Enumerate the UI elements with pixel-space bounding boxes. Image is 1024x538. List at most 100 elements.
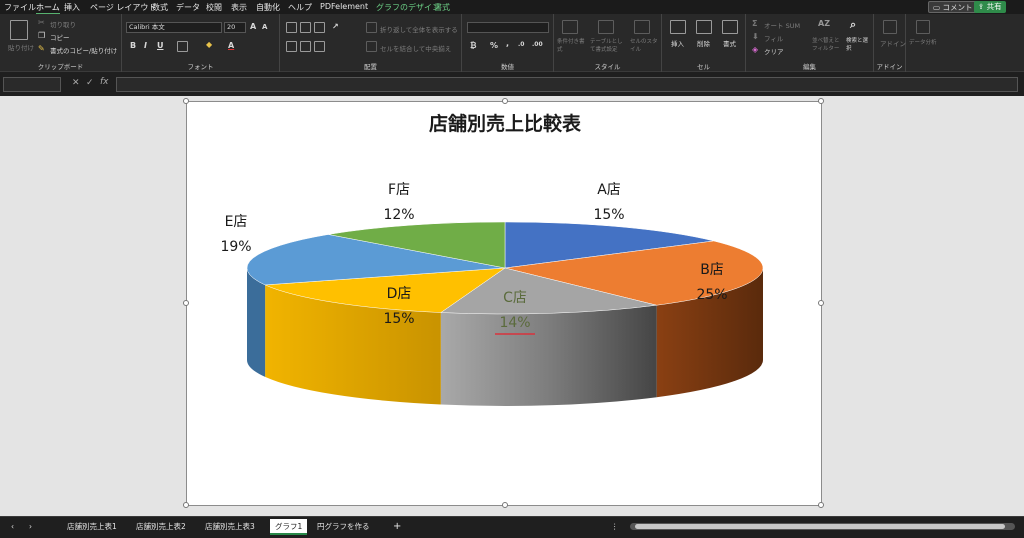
clear-button[interactable]: クリア: [764, 46, 784, 56]
data-label-value-0[interactable]: 15%: [593, 207, 624, 223]
increase-decimal-icon[interactable]: .0: [518, 41, 524, 48]
enter-button[interactable]: ✓: [86, 78, 94, 88]
data-label-value-4[interactable]: 19%: [220, 239, 251, 255]
fill-button[interactable]: フィル: [764, 33, 783, 43]
shrink-font-button[interactable]: A: [262, 23, 267, 31]
font-color-button[interactable]: A: [228, 41, 234, 50]
border-icon[interactable]: [177, 41, 188, 52]
sheet-tab-3[interactable]: 店舗別売上表3: [200, 519, 260, 535]
paste-icon[interactable]: [10, 20, 28, 40]
chart-object[interactable]: 店舗別売上比較表 A店 15% B店 25% C店 14% D店 15% E店 19% F店 12%: [183, 98, 824, 508]
menu-data[interactable]: データ: [176, 2, 200, 13]
align-right-icon[interactable]: [314, 41, 325, 52]
format-cells-button[interactable]: 書式: [723, 38, 736, 48]
cancel-button[interactable]: ✕: [72, 78, 80, 88]
menu-help[interactable]: ヘルプ: [288, 2, 312, 13]
more-options-icon[interactable]: ⋮: [606, 519, 624, 535]
currency-icon[interactable]: ₿: [470, 41, 477, 50]
data-label-name-2[interactable]: C店: [503, 290, 527, 306]
analyze-data-button[interactable]: データ分析: [909, 38, 937, 46]
sheet-area[interactable]: 店舗別売上比較表 A店 15% B店 25% C店 14% D店 15% E店 19% F店 12%: [0, 96, 1024, 516]
wrap-text-button[interactable]: 折り返して全体を表示する: [380, 24, 458, 34]
align-top-icon[interactable]: [286, 22, 297, 33]
add-sheet-button[interactable]: +: [388, 519, 406, 535]
grow-font-button[interactable]: A: [250, 22, 256, 31]
comma-button[interactable]: ,: [506, 39, 509, 48]
sheet-tab-pie[interactable]: 円グラフを作る: [312, 519, 375, 535]
sort-filter-button[interactable]: 並べ替えとフィルター: [812, 36, 840, 52]
data-label-name-1[interactable]: B店: [700, 262, 724, 278]
sheet-tab-1[interactable]: 店舗別売上表1: [62, 519, 122, 535]
chart-title[interactable]: 店舗別売上比較表: [429, 112, 582, 135]
fill-color-icon[interactable]: ◆: [206, 40, 212, 49]
menu-file[interactable]: ファイル: [4, 2, 36, 13]
number-format-select[interactable]: [467, 22, 549, 33]
conditional-format-button[interactable]: 条件付き書式: [557, 37, 585, 53]
resize-handle-b[interactable]: [502, 502, 508, 508]
name-box[interactable]: [3, 77, 61, 92]
cell-styles-button[interactable]: セルのスタイル: [630, 37, 658, 53]
menu-view[interactable]: 表示: [231, 2, 247, 13]
menu-automate[interactable]: 自動化: [256, 2, 280, 13]
resize-handle-l[interactable]: [183, 300, 189, 306]
percent-button[interactable]: %: [490, 41, 498, 50]
font-name-select[interactable]: Calibri 本文: [126, 22, 222, 33]
autosum-button[interactable]: オート SUM: [764, 20, 800, 30]
format-painter-button[interactable]: 書式のコピー/貼り付け: [50, 45, 117, 55]
format-as-table-button[interactable]: テーブルとして書式設定: [590, 37, 624, 53]
pie-chart[interactable]: 店舗別売上比較表 A店 15% B店 25% C店 14% D店 15% E店 19% F店 12%: [187, 102, 823, 507]
align-center-icon[interactable]: [300, 41, 311, 52]
data-label-name-0[interactable]: A店: [597, 182, 621, 198]
underline-button[interactable]: U: [157, 41, 164, 50]
share-button[interactable]: ⇪ 共有: [974, 1, 1006, 13]
menu-review[interactable]: 校閲: [206, 2, 222, 13]
data-label-name-5[interactable]: F店: [388, 182, 410, 198]
next-sheet-button[interactable]: ›: [24, 519, 37, 535]
menu-pdfelement[interactable]: PDFelement: [320, 2, 368, 11]
orientation-icon[interactable]: ↗: [332, 22, 339, 31]
menu-chart-design[interactable]: グラフのデザイン: [376, 2, 440, 13]
data-label-name-3[interactable]: D店: [387, 286, 412, 302]
resize-handle-bl[interactable]: [183, 502, 189, 508]
copy-button[interactable]: コピー: [50, 32, 70, 42]
bold-button[interactable]: B: [130, 41, 136, 50]
number-group: ₿ % , .0 .00 数値: [462, 14, 554, 72]
formula-input[interactable]: [116, 77, 1018, 92]
decrease-decimal-icon[interactable]: .00: [532, 41, 543, 48]
pie-side-C店[interactable]: [440, 305, 657, 406]
menu-formulas[interactable]: 数式: [152, 2, 168, 13]
insert-cells-button[interactable]: 挿入: [671, 38, 684, 48]
align-left-icon[interactable]: [286, 41, 297, 52]
menu-page-layout[interactable]: ページ レイアウト: [90, 2, 156, 13]
data-label-name-4[interactable]: E店: [225, 214, 248, 230]
resize-handle-t[interactable]: [502, 98, 508, 104]
data-label-value-3[interactable]: 15%: [383, 311, 414, 327]
menu-format[interactable]: 書式: [434, 2, 450, 13]
resize-handle-r[interactable]: [818, 300, 824, 306]
delete-cells-button[interactable]: 削除: [697, 38, 710, 48]
comment-button[interactable]: ▭ コメント: [928, 1, 978, 13]
merge-center-button[interactable]: セルを結合して中央揃え: [380, 43, 451, 53]
sheet-tab-graph1[interactable]: グラフ1: [270, 519, 308, 535]
align-bottom-icon[interactable]: [314, 22, 325, 33]
data-label-value-2[interactable]: 14%: [499, 315, 530, 331]
find-select-button[interactable]: 検索と選択: [846, 36, 870, 52]
menu-insert[interactable]: 挿入: [64, 2, 80, 13]
cut-button[interactable]: 切り取り: [50, 19, 76, 29]
sheet-tab-2[interactable]: 店舗別売上表2: [131, 519, 191, 535]
pie-side-E店[interactable]: [247, 268, 266, 377]
addins-button[interactable]: アドイン: [880, 38, 906, 48]
align-middle-icon[interactable]: [300, 22, 311, 33]
data-label-value-1[interactable]: 25%: [696, 287, 727, 303]
data-label-value-5[interactable]: 12%: [383, 207, 414, 223]
prev-sheet-button[interactable]: ‹: [6, 519, 19, 535]
insert-function-button[interactable]: fx: [100, 77, 109, 87]
scrollbar-thumb[interactable]: [635, 524, 1005, 529]
horizontal-scrollbar[interactable]: [630, 523, 1015, 530]
resize-handle-tr[interactable]: [818, 98, 824, 104]
resize-handle-br[interactable]: [818, 502, 824, 508]
italic-button[interactable]: I: [144, 41, 147, 50]
clipboard-group-label: クリップボード: [37, 63, 84, 71]
resize-handle-tl[interactable]: [183, 98, 189, 104]
font-size-select[interactable]: 20: [224, 22, 246, 33]
